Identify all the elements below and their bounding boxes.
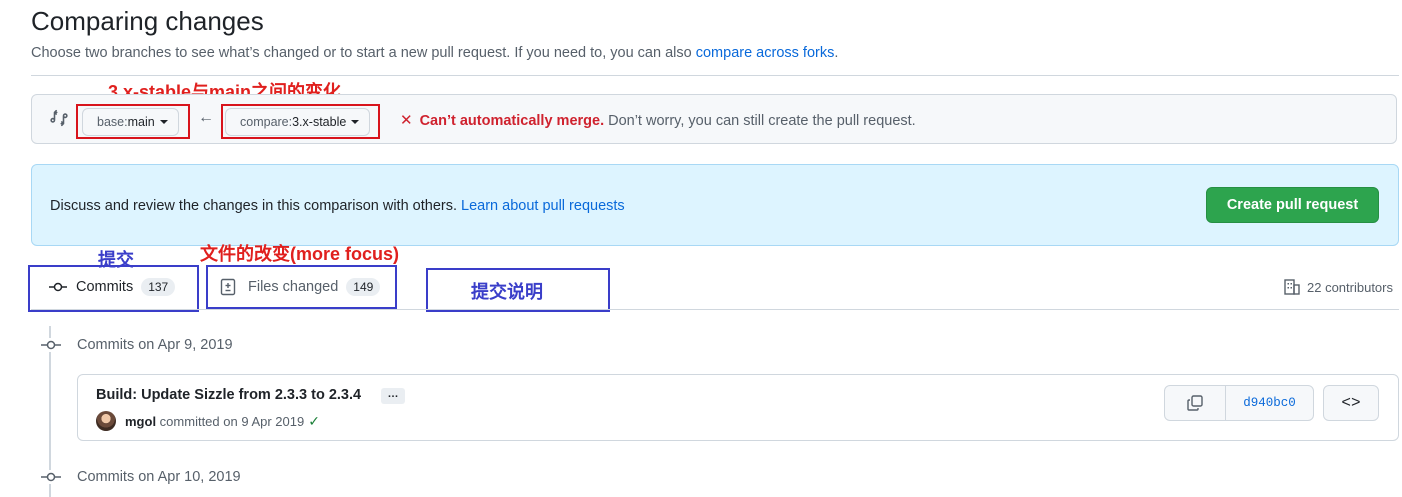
learn-pull-requests-link[interactable]: Learn about pull requests [461,198,625,214]
chevron-down-icon [159,120,168,124]
base-label: base: [97,115,128,129]
base-branch-button[interactable]: base: main [82,108,179,136]
arrow-left-icon: ← [198,109,214,126]
organization-icon [1284,279,1300,295]
tab-commits[interactable]: Commits 137 [48,278,176,296]
git-commit-icon [49,282,67,292]
contributors-link[interactable]: 22 contributors [1283,278,1393,296]
git-commit-icon [40,470,62,484]
commit-meta: mgol committed on 9 Apr 2019 ✓ [125,413,320,430]
commit-author-link[interactable]: mgol [125,414,156,429]
merge-status-bad: Can’t automatically merge. [419,113,605,129]
merge-status-hint: Don’t worry, you can still create the pu… [608,113,916,129]
header-divider [31,75,1399,76]
timeline-date: Commits on Apr 9, 2019 [77,337,233,353]
commits-counter: 137 [141,278,176,296]
tabs-divider [31,309,1399,310]
page-title: Comparing changes [31,6,264,36]
subtitle-text: Choose two branches to see what’s change… [31,45,696,61]
expand-commit-button[interactable]: … [381,388,405,404]
compare-value: 3.x-stable [292,115,347,129]
commit-sha-link[interactable]: d940bc0 [1226,386,1313,420]
x-icon: ✕ [400,112,413,129]
tab-files-label: Files changed [248,279,339,295]
tab-commits-label: Commits [76,279,134,295]
check-icon[interactable]: ✓ [308,413,320,429]
annotation-files: 文件的改变(more focus) [200,244,400,264]
tab-files-changed[interactable]: Files changed 149 [220,278,381,296]
compare-across-forks-link[interactable]: compare across forks [696,45,835,61]
annotation-description: 提交说明 [471,282,543,302]
page-subtitle: Choose two branches to see what’s change… [31,45,838,61]
copy-sha-button[interactable] [1165,386,1226,420]
git-compare-icon [50,109,68,127]
file-diff-icon [220,278,236,296]
chevron-down-icon [351,120,360,124]
base-value: main [127,115,155,129]
browse-repository-button[interactable]: <> [1323,385,1379,421]
code-icon: <> [1341,394,1361,412]
commit-message-link[interactable]: Build: Update Sizzle from 2.3.3 to 2.3.4 [96,387,361,403]
merge-status: ✕ Can’t automatically merge. Don’t worry, … [400,111,916,129]
copy-icon [1187,395,1203,411]
subtitle-suffix: . [834,45,839,61]
contributors-text: 22 contributors [1307,279,1393,295]
flash-text: Discuss and review the changes in this c… [50,198,625,214]
avatar[interactable] [96,411,116,431]
git-commit-icon [40,338,62,352]
create-pull-request-button[interactable]: Create pull request [1206,187,1379,223]
compare-branch-button[interactable]: compare: 3.x-stable [225,108,371,136]
compare-label: compare: [240,115,293,129]
commit-button-group: d940bc0 [1164,385,1314,421]
timeline-date: Commits on Apr 10, 2019 [77,469,241,485]
files-counter: 149 [346,278,381,296]
commit-date: committed on 9 Apr 2019 [156,414,305,429]
flash-message: Discuss and review the changes in this c… [50,198,462,214]
